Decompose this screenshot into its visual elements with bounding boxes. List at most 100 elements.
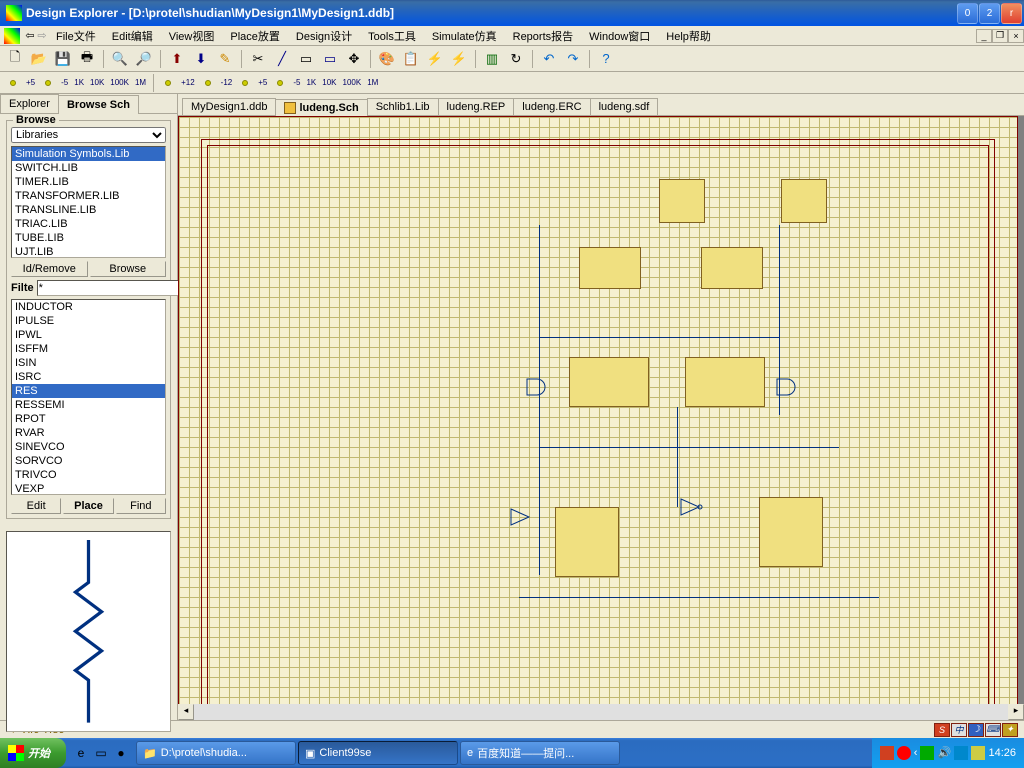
mdi-restore-button[interactable]: ❐ [992,29,1008,43]
menu-design[interactable]: Design设计 [288,26,360,46]
doc-tab-3[interactable]: ludeng.REP [438,98,515,115]
power-icon[interactable]: ⚡ [424,48,446,70]
cut-icon[interactable]: ✂ [247,48,269,70]
src-100k[interactable]: 100K [108,74,131,92]
cross-probe-icon[interactable]: ✎ [214,48,236,70]
library-row[interactable]: TRIAC.LIB [12,217,165,231]
component-decoder1[interactable] [579,247,641,289]
menu-edit[interactable]: Edit编辑 [104,26,161,46]
mdi-minimize-button[interactable]: _ [976,29,992,43]
schematic-canvas[interactable] [178,116,1024,704]
ime-s-icon[interactable]: S [934,723,950,737]
browse-icon[interactable]: 📋 [400,48,422,70]
doc-tab-2[interactable]: Schlib1.Lib [367,98,439,115]
new-icon[interactable]: 🗋 [4,48,26,70]
filter-input[interactable] [37,280,183,296]
zoom-in-icon[interactable]: 🔍 [109,48,131,70]
clock[interactable]: 14:26 [988,747,1016,759]
component-counter2[interactable] [685,357,765,407]
menu-view[interactable]: View视图 [161,26,223,46]
find-button[interactable]: Find [116,498,166,514]
part-row[interactable]: IPULSE [12,314,165,328]
mdi-close-button[interactable]: × [1008,29,1024,43]
undo-icon[interactable]: ↶ [538,48,560,70]
library-row[interactable]: TRANSFORMER.LIB [12,189,165,203]
src-1k[interactable]: 1K [72,74,86,92]
select-inside-icon[interactable]: ▭ [295,48,317,70]
tray-app1-icon[interactable] [920,746,934,760]
print-icon[interactable]: 🖶 [76,48,98,70]
library-row[interactable]: TIMER.LIB [12,175,165,189]
tab-explorer[interactable]: Explorer [0,94,59,113]
part-row[interactable]: ISFFM [12,342,165,356]
ime-lang-icon[interactable]: 中 [951,723,967,737]
src2-p5-icon[interactable] [236,74,254,92]
start-button[interactable]: 开始 [0,738,66,768]
hierarchy-down-icon[interactable]: ⬇ [190,48,212,70]
menu-help[interactable]: Help帮助 [658,26,719,46]
src-p5-icon[interactable] [4,74,22,92]
annotate-icon[interactable]: ⚡ [448,48,470,70]
part-row[interactable]: INDUCTOR [12,300,165,314]
deselect-icon[interactable]: ▭ [319,48,341,70]
library-row[interactable]: TRANSLINE.LIB [12,203,165,217]
nand-gate-2[interactable] [775,377,799,397]
add-remove-button[interactable]: Id/Remove [11,261,88,277]
parts-listbox[interactable]: INDUCTORIPULSEIPWLISFFMISINISRCRESRESSEM… [11,299,166,495]
scroll-left-icon[interactable]: ◂ [178,704,194,720]
part-row[interactable]: VEXP [12,482,165,495]
src2-100k[interactable]: 100K [341,74,364,92]
quick-app-icon[interactable]: ● [112,742,130,764]
quick-ie-icon[interactable]: e [72,742,90,764]
doc-tab-4[interactable]: ludeng.ERC [513,98,590,115]
doc-tab-5[interactable]: ludeng.sdf [590,98,659,115]
zoom-out-icon[interactable]: 🔎 [133,48,155,70]
nand-gate-1[interactable] [525,377,549,397]
minimize-button[interactable]: 0 [957,3,978,24]
tray-app3-icon[interactable] [971,746,985,760]
menu-window[interactable]: Window窗口 [581,26,658,46]
component-555-2[interactable] [759,497,823,567]
part-row[interactable]: ISIN [12,356,165,370]
part-row[interactable]: RESSEMI [12,398,165,412]
part-row[interactable]: IPWL [12,328,165,342]
src-m5-icon[interactable] [39,74,57,92]
library-row[interactable]: UJT.LIB [12,245,165,258]
wire-icon[interactable]: ╱ [271,48,293,70]
buffer-gate[interactable] [509,507,533,527]
browse-button[interactable]: Browse [90,261,167,277]
src2-1k[interactable]: 1K [304,74,318,92]
component-7seg2[interactable] [781,179,827,223]
part-row[interactable]: SINEVCO [12,440,165,454]
component-decoder2[interactable] [701,247,763,289]
maximize-button[interactable]: 2 [979,3,1000,24]
open-icon[interactable]: 📂 [28,48,50,70]
nav-back-icon[interactable]: ⇦ [24,29,36,42]
tray-shield-icon[interactable] [897,746,911,760]
edit-button[interactable]: Edit [11,498,61,514]
ime-settings-icon[interactable]: ✦ [1002,723,1018,737]
close-button[interactable]: r [1001,3,1022,24]
place-button[interactable]: Place [63,498,113,514]
horizontal-scrollbar[interactable]: ◂ ▸ [178,704,1024,720]
part-row[interactable]: SORVCO [12,454,165,468]
task-browser[interactable]: e 百度知道——提问... [460,741,620,765]
src2-1m[interactable]: 1M [365,74,380,92]
tray-expand-icon[interactable]: ‹ [914,747,918,759]
library-row[interactable]: SWITCH.LIB [12,161,165,175]
ime-keyboard-icon[interactable]: ⌨ [985,723,1001,737]
save-icon[interactable]: 💾 [52,48,74,70]
scroll-right-icon[interactable]: ▸ [1008,704,1024,720]
system-tray[interactable]: ‹ 🔊 14:26 [872,738,1024,768]
doc-tab-1[interactable]: ludeng.Sch [275,99,367,116]
move-icon[interactable]: ✥ [343,48,365,70]
src-p12-icon[interactable] [159,74,177,92]
menu-reports[interactable]: Reports报告 [505,26,582,46]
component-555-1[interactable] [555,507,619,577]
component-counter1[interactable] [569,357,649,407]
tray-s-icon[interactable] [880,746,894,760]
part-row[interactable]: RVAR [12,426,165,440]
src-m12-icon[interactable] [199,74,217,92]
menu-tools[interactable]: Tools工具 [360,26,424,46]
tray-volume-icon[interactable]: 🔊 [937,746,951,760]
